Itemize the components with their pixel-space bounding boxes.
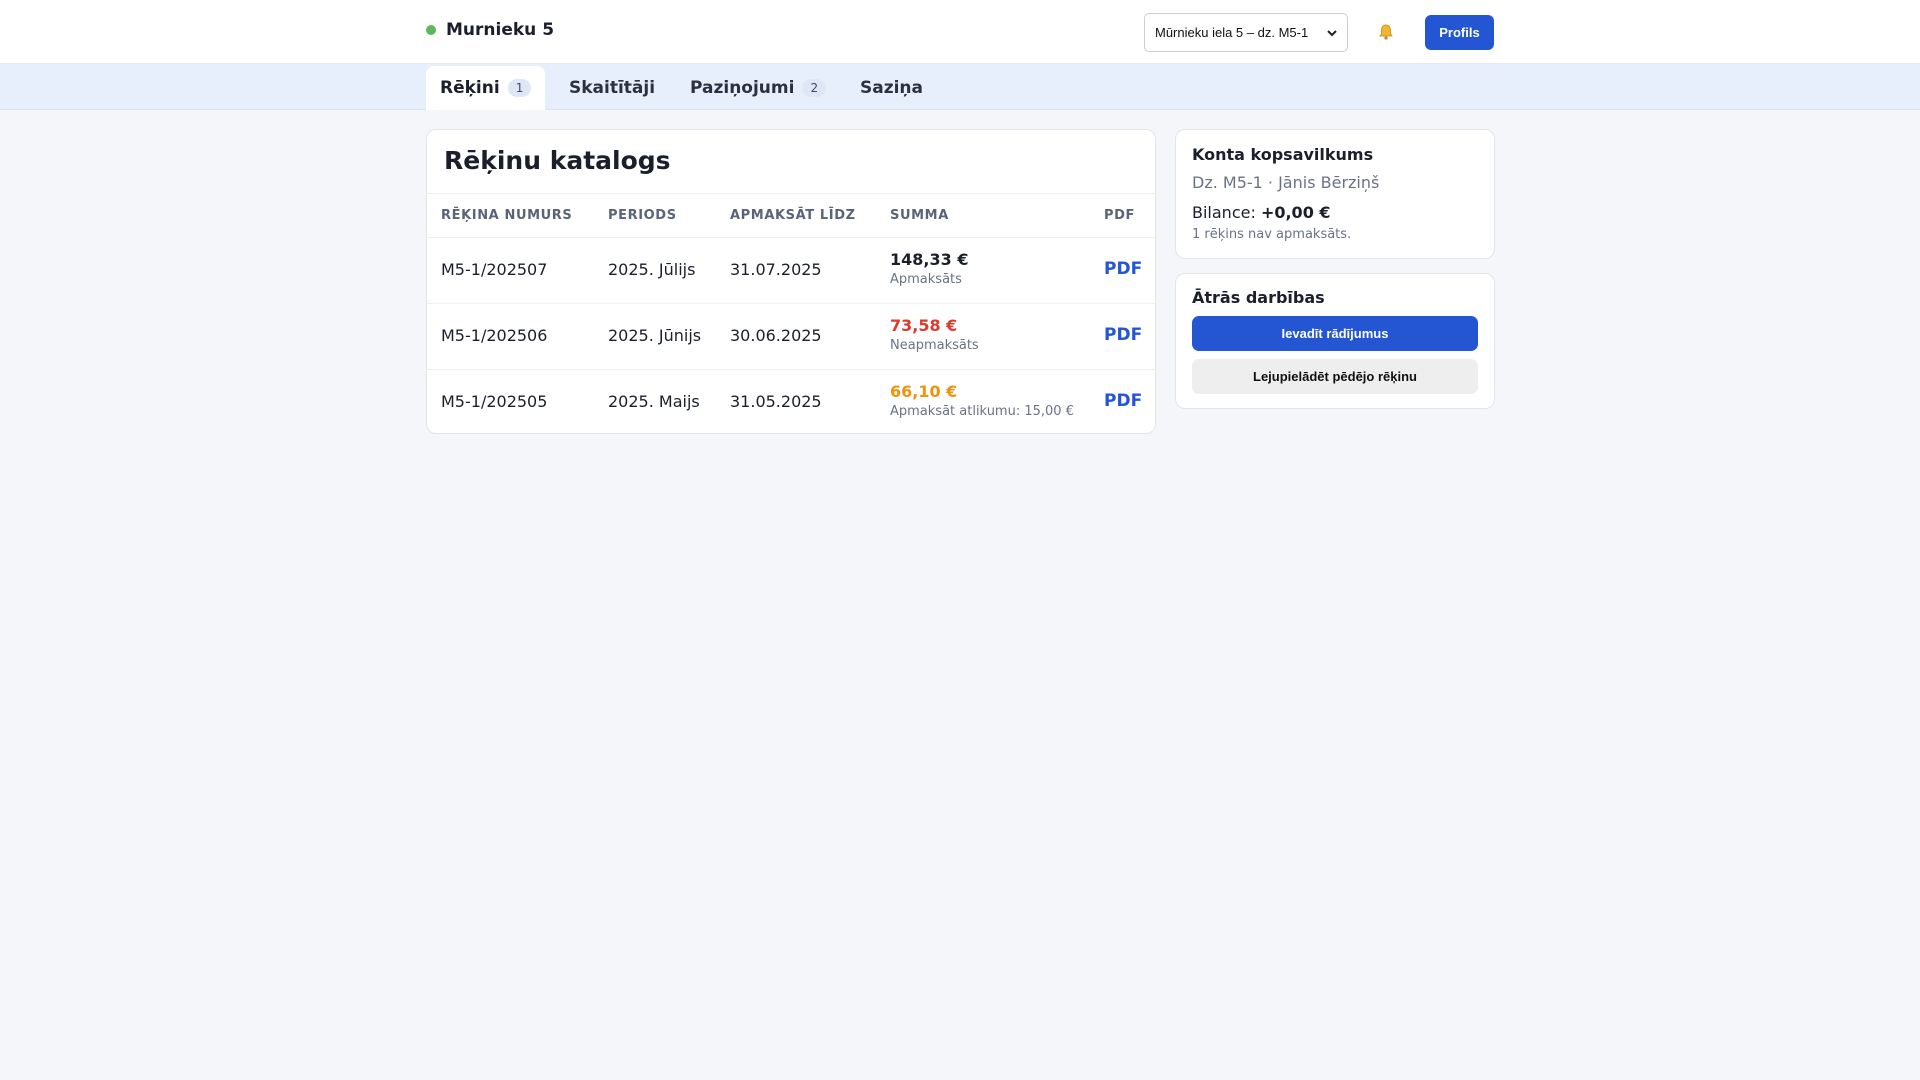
- pdf-link[interactable]: PDF: [1104, 259, 1142, 279]
- tab-label: Rēķini: [440, 78, 500, 98]
- download-last-invoice-button[interactable]: Lejupielādēt pēdējo rēķinu: [1192, 359, 1478, 394]
- top-header: Murnieku 5 Mūrnieku iela 5 – dz. M5-1 Pr…: [0, 0, 1920, 64]
- catalog-title: Rēķinu katalogs: [444, 146, 671, 175]
- column-header: PERIODS: [608, 208, 677, 223]
- invoice-table: RĒĶINA NUMURS PERIODS APMAKSĀT LĪDZ SUMM…: [427, 193, 1155, 435]
- balance-label: Bilance:: [1192, 203, 1256, 222]
- invoice-number: M5-1/202505: [441, 392, 548, 411]
- invoice-amount: 148,33 €: [890, 250, 969, 269]
- tab-label: Skaitītāji: [569, 78, 656, 98]
- balance-value: +0,00 €: [1260, 203, 1331, 222]
- pdf-link[interactable]: PDF: [1104, 391, 1142, 411]
- table-header: RĒĶINA NUMURS PERIODS APMAKSĀT LĪDZ SUMM…: [427, 193, 1155, 237]
- tab-notifications[interactable]: Paziņojumi 2: [676, 66, 840, 110]
- invoice-period: 2025. Maijs: [608, 392, 700, 411]
- invoice-period: 2025. Jūnijs: [608, 326, 702, 345]
- balance-line: Bilance: +0,00 €: [1192, 203, 1331, 222]
- column-header: APMAKSĀT LĪDZ: [730, 208, 856, 223]
- status-dot: [426, 25, 436, 35]
- tab-badge: 1: [507, 79, 532, 97]
- tab-bar: Rēķini 1 Skaitītāji Paziņojumi 2 Saziņa: [0, 64, 1920, 110]
- invoice-due-date: 30.06.2025: [730, 326, 822, 345]
- invoice-amount: 66,10 €: [890, 382, 958, 401]
- invoice-status: Apmaksāts: [890, 272, 962, 287]
- invoice-status: Neapmaksāts: [890, 338, 979, 353]
- invoice-due-date: 31.05.2025: [730, 392, 822, 411]
- summary-title: Konta kopsavilkums: [1192, 145, 1374, 164]
- invoice-amount-cell: 73,58 € Neapmaksāts: [890, 316, 979, 353]
- invoice-catalog-card: Rēķinu katalogs RĒĶINA NUMURS PERIODS AP…: [426, 129, 1156, 434]
- bell-icon[interactable]: [1377, 23, 1395, 41]
- invoice-due-date: 31.07.2025: [730, 260, 822, 279]
- enter-readings-button[interactable]: Ievadīt rādījumus: [1192, 316, 1478, 351]
- brand-name: Murnieku 5: [446, 20, 555, 40]
- brand[interactable]: Murnieku 5: [426, 20, 554, 40]
- invoice-status: Apmaksāt atlikumu: 15,00 €: [890, 404, 1074, 419]
- summary-note: 1 rēķins nav apmaksāts.: [1192, 227, 1352, 242]
- chevron-down-icon: [1327, 26, 1337, 40]
- column-header: SUMMA: [890, 208, 949, 223]
- apartment-select-value: Mūrnieku iela 5 – dz. M5-1: [1155, 25, 1309, 40]
- table-row: M5-1/202507 2025. Jūlijs 31.07.2025 148,…: [427, 237, 1155, 303]
- column-header: PDF: [1104, 208, 1135, 223]
- invoice-amount: 73,58 €: [890, 316, 958, 335]
- pdf-link[interactable]: PDF: [1104, 325, 1142, 345]
- column-header: RĒĶINA NUMURS: [441, 208, 573, 223]
- invoice-amount-cell: 148,33 € Apmaksāts: [890, 250, 968, 287]
- apartment-select[interactable]: Mūrnieku iela 5 – dz. M5-1: [1144, 13, 1348, 52]
- tab-label: Saziņa: [860, 78, 924, 98]
- account-summary-card: Konta kopsavilkums Dz. M5-1 · Jānis Bērz…: [1175, 129, 1495, 259]
- table-row: M5-1/202505 2025. Maijs 31.05.2025 66,10…: [427, 369, 1155, 435]
- invoice-period: 2025. Jūlijs: [608, 260, 696, 279]
- summary-subtitle: Dz. M5-1 · Jānis Bērziņš: [1192, 173, 1380, 192]
- tab-badge: 2: [802, 79, 827, 97]
- table-row: M5-1/202506 2025. Jūnijs 30.06.2025 73,5…: [427, 303, 1155, 369]
- invoice-number: M5-1/202506: [441, 326, 548, 345]
- invoice-amount-cell: 66,10 € Apmaksāt atlikumu: 15,00 €: [890, 382, 1074, 419]
- tab-meters[interactable]: Skaitītāji: [555, 66, 669, 110]
- invoice-number: M5-1/202507: [441, 260, 548, 279]
- profile-button[interactable]: Profils: [1425, 15, 1494, 50]
- tab-contact[interactable]: Saziņa: [846, 66, 937, 110]
- quick-actions-card: Ātrās darbības Ievadīt rādījumus Lejupie…: [1175, 273, 1495, 409]
- actions-title: Ātrās darbības: [1192, 288, 1325, 307]
- tab-label: Paziņojumi: [690, 78, 795, 98]
- tab-invoices[interactable]: Rēķini 1: [426, 66, 546, 110]
